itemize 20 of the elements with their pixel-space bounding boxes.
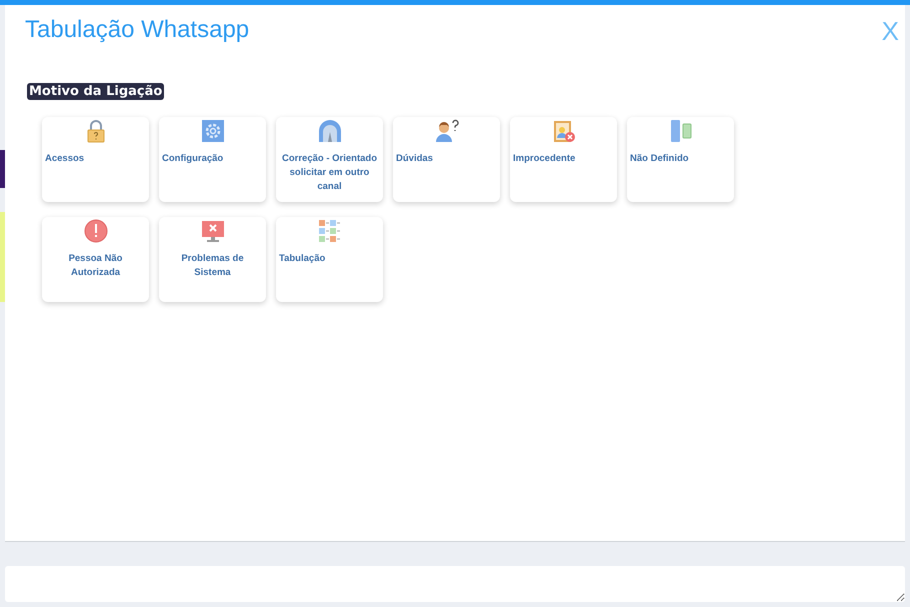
tunnel-icon xyxy=(318,119,342,143)
option-card[interactable]: Tabulação xyxy=(276,217,383,302)
option-card[interactable]: Pessoa Não Autorizada xyxy=(42,217,149,302)
option-card[interactable]: Problemas de Sistema xyxy=(159,217,266,302)
dialog-title: Tabulação Whatsapp xyxy=(25,16,250,44)
option-card[interactable]: Correção - Orientado solicitar em outro canal xyxy=(276,117,383,202)
monitor-error-icon xyxy=(200,219,224,243)
option-card[interactable]: Configuração xyxy=(159,117,266,202)
id-card-x-icon xyxy=(552,119,576,143)
list-grid-icon xyxy=(318,219,342,243)
gear-icon xyxy=(200,119,224,143)
option-card[interactable]: Improcedente xyxy=(510,117,617,202)
option-card[interactable]: Dúvidas xyxy=(393,117,500,202)
alert-icon xyxy=(84,219,108,243)
option-card[interactable]: Não Definido xyxy=(627,117,734,202)
person-question-icon xyxy=(434,119,458,143)
option-card[interactable]: Acessos xyxy=(42,117,149,202)
section-heading: Motivo da Ligação xyxy=(27,83,164,100)
panels-icon xyxy=(668,119,692,143)
text-area[interactable] xyxy=(5,566,905,602)
